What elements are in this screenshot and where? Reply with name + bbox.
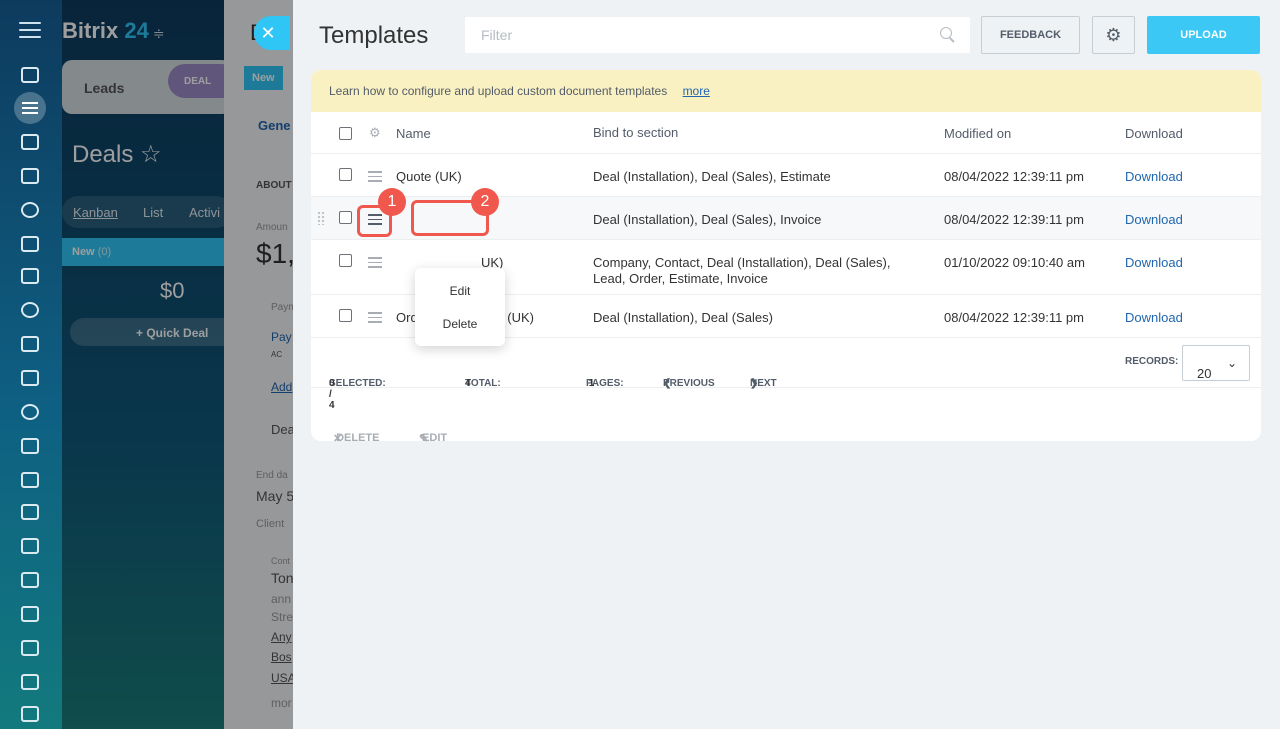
step-badge-1: 1 (378, 188, 406, 216)
mail-icon[interactable] (21, 538, 39, 554)
row-menu-icon[interactable] (368, 171, 382, 182)
sites-icon[interactable] (21, 404, 39, 420)
select-all-checkbox[interactable] (339, 127, 352, 140)
bank-icon[interactable] (21, 168, 39, 184)
target-icon[interactable] (21, 202, 39, 218)
slider-title: Templates (319, 22, 429, 49)
close-icon: ✕ (260, 23, 276, 43)
upload-button[interactable]: UPLOAD (1147, 16, 1260, 54)
search-icon[interactable] (940, 27, 952, 39)
close-slider-button[interactable]: ✕ (254, 16, 290, 50)
tasks-icon[interactable] (21, 134, 39, 150)
filter-input[interactable] (465, 17, 905, 53)
banner-more-link[interactable]: more (683, 84, 710, 98)
info-banner: Learn how to configure and upload custom… (311, 70, 1261, 112)
template-section: Deal (Installation), Deal (Sales), Invoi… (593, 212, 822, 227)
row-checkbox[interactable] (339, 211, 352, 224)
row-context-menu: Edit Delete (415, 268, 505, 346)
records-select[interactable]: 20 ⌄ (1182, 345, 1250, 381)
table-header: ⚙ Name Bind to section Modified on Downl… (311, 112, 1261, 154)
calendar-icon[interactable] (21, 438, 39, 454)
settings-button[interactable]: ⚙ (1092, 16, 1135, 54)
cart-icon[interactable] (21, 236, 39, 252)
checkbox-icon[interactable] (21, 268, 39, 284)
template-modified: 08/04/2022 12:39:11 pm (944, 310, 1084, 325)
template-modified: 01/10/2022 09:10:40 am (944, 255, 1085, 270)
contacts-icon[interactable] (21, 640, 39, 656)
gear-icon: ⚙ (1105, 25, 1122, 45)
template-name: Quote (UK) (396, 169, 462, 184)
column-section[interactable]: Bind to section (593, 125, 923, 141)
employees-icon[interactable] (21, 572, 39, 588)
filter-box (465, 17, 970, 53)
modal-overlay[interactable] (62, 0, 293, 729)
menu-item-edit[interactable]: Edit (415, 284, 505, 298)
drive-icon[interactable] (21, 504, 39, 520)
home-icon[interactable] (21, 67, 39, 83)
row-menu-icon[interactable] (368, 312, 382, 323)
automation-icon[interactable] (21, 302, 39, 318)
column-settings-icon[interactable]: ⚙ (369, 125, 381, 141)
menu-item-delete[interactable]: Delete (415, 317, 505, 331)
menu-icon[interactable] (19, 22, 41, 38)
table-row[interactable]: Quote (UK) Deal (Installation), Deal (Sa… (311, 154, 1261, 197)
documents-icon[interactable] (21, 472, 39, 488)
templates-grid: Learn how to configure and upload custom… (311, 70, 1261, 445)
row-menu-icon[interactable] (368, 257, 382, 268)
row-checkbox[interactable] (339, 309, 352, 322)
box-icon[interactable] (21, 706, 39, 722)
template-section: Company, Contact, Deal (Installation), D… (593, 255, 891, 286)
analytics-icon[interactable] (21, 606, 39, 622)
edit-action[interactable]: ✎ EDIT (419, 410, 447, 445)
column-name[interactable]: Name (396, 126, 431, 141)
templates-slider: Templates FEEDBACK ⚙ UPLOAD Learn how to… (293, 0, 1280, 729)
template-modified: 08/04/2022 12:39:11 pm (944, 169, 1084, 184)
crm-filter-icon[interactable] (14, 92, 46, 124)
chat-icon[interactable] (21, 370, 39, 386)
step-badge-2: 2 (471, 188, 499, 216)
robot-icon[interactable] (21, 674, 39, 690)
template-section: Deal (Installation), Deal (Sales), Estim… (593, 169, 831, 184)
feed-icon[interactable] (21, 336, 39, 352)
download-link[interactable]: Download (1125, 310, 1183, 325)
chevron-down-icon: ⌄ (1226, 356, 1237, 370)
download-link[interactable]: Download (1125, 212, 1183, 227)
delete-action[interactable]: ✕ DELETE (333, 410, 379, 445)
download-link[interactable]: Download (1125, 255, 1183, 270)
banner-text: Learn how to configure and upload custom… (329, 84, 668, 98)
column-modified[interactable]: Modified on (944, 126, 1011, 141)
records-label: RECORDS: (1125, 356, 1179, 367)
feedback-button[interactable]: FEEDBACK (981, 16, 1080, 54)
drag-handle-icon[interactable] (317, 211, 325, 225)
group-actions: ✕ DELETE ✎ EDIT (311, 388, 1261, 445)
left-nav-rail (0, 0, 62, 729)
download-link[interactable]: Download (1125, 169, 1183, 184)
template-section: Deal (Installation), Deal (Sales) (593, 310, 773, 325)
row-checkbox[interactable] (339, 168, 352, 181)
column-download: Download (1125, 126, 1183, 141)
template-modified: 08/04/2022 12:39:11 pm (944, 212, 1084, 227)
row-checkbox[interactable] (339, 254, 352, 267)
pages-count: PAGES: 1 (586, 378, 624, 389)
